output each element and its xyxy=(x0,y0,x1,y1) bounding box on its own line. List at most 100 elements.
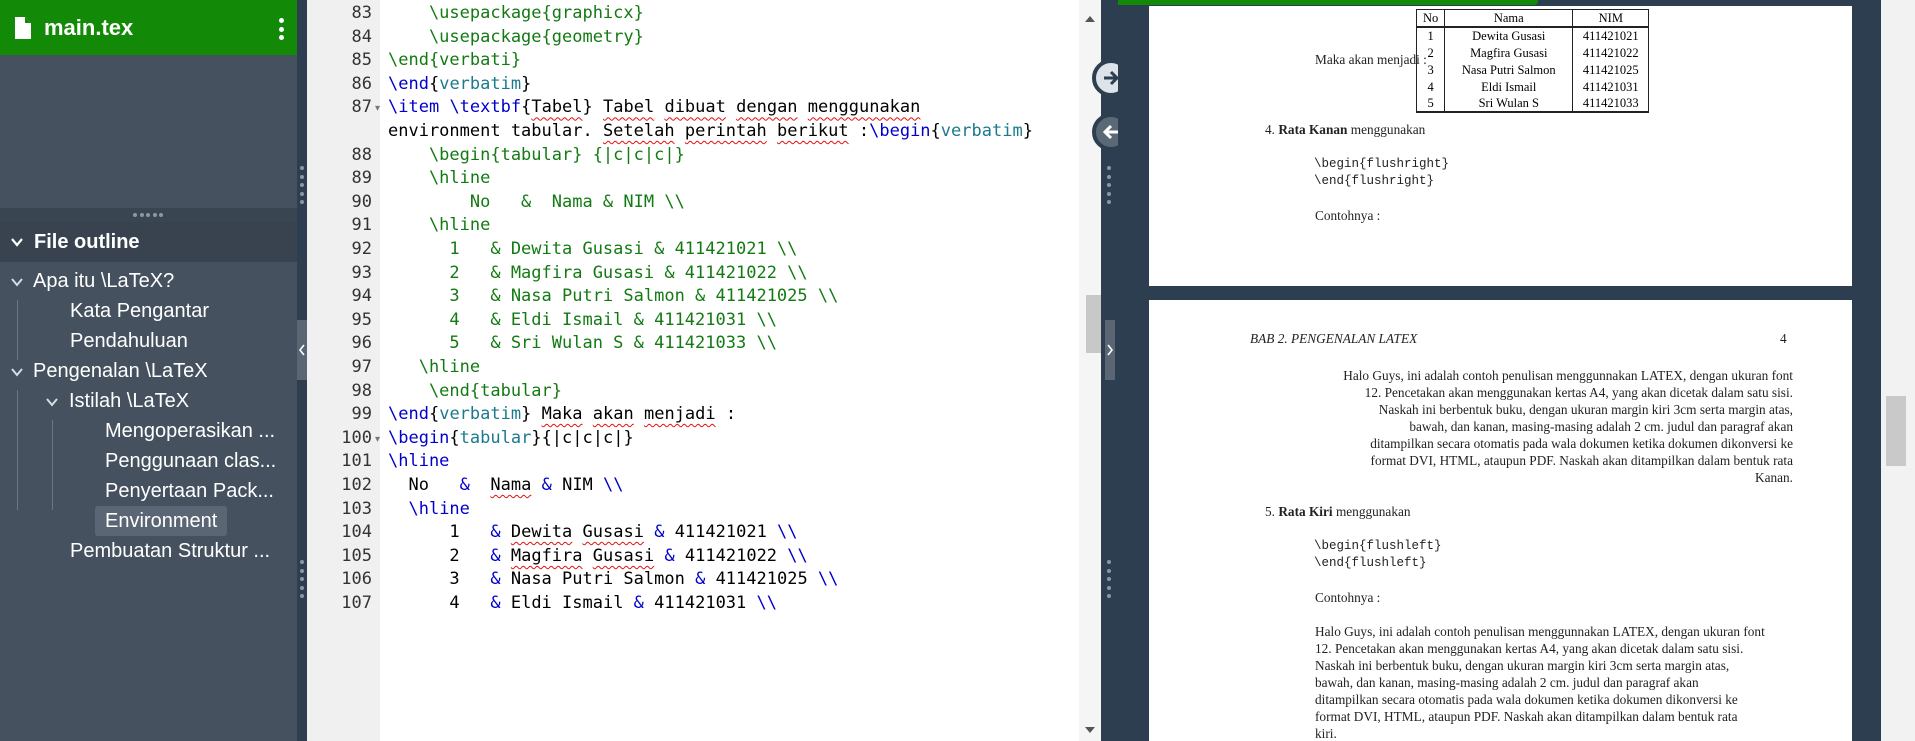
editor-scrollbar[interactable] xyxy=(1079,0,1101,741)
code-token: \textbf xyxy=(449,97,522,118)
outline-header[interactable]: File outline xyxy=(0,222,297,262)
file-name: main.tex xyxy=(44,14,134,40)
code-token: \\ xyxy=(787,545,808,566)
code-token: Nasa Putri Salmon xyxy=(500,569,696,590)
code-token: \hline xyxy=(388,451,450,472)
sidebar-editor-divider[interactable] xyxy=(297,0,307,741)
pdf-table-cell: 3 xyxy=(1415,61,1446,78)
code-token: 3 xyxy=(388,569,491,590)
code-line[interactable]: \usepackage{geometry} xyxy=(388,27,644,47)
code-editor[interactable]: 83 84 85 86 87 ▾ 88 89 90 91 92 93 94 95 96 97 98 99 100 ▾ 1… xyxy=(307,0,1101,741)
pdf-text-line: Halo Guys, ini adalah contoh penulisan m… xyxy=(1315,624,1765,639)
code-line[interactable]: \hline xyxy=(388,168,490,188)
pdf-table-cell: Nama xyxy=(1444,9,1574,28)
code-token: berikut xyxy=(776,121,849,141)
code-line[interactable]: \hline xyxy=(388,451,449,471)
code-line[interactable]: \hline xyxy=(388,357,480,377)
code-line[interactable]: 2 & Magfira Gusasi & 411421022 \\ xyxy=(388,263,807,283)
line-number: 93 xyxy=(351,262,372,283)
chevron-left-icon xyxy=(298,344,305,356)
code-line[interactable]: 1 & Dewita Gusasi & 411421021 \\ xyxy=(388,522,797,543)
pdf-table-cell: 1 xyxy=(1415,27,1446,44)
code-token: dengan xyxy=(736,97,798,118)
chevron-down-icon[interactable] xyxy=(45,395,59,409)
code-line[interactable]: 3 & Nasa Putri Salmon & 411421025 \\ xyxy=(388,286,838,306)
code-token: NIM xyxy=(551,475,604,495)
code-line[interactable]: \usepackage{graphicx} xyxy=(388,3,644,23)
outline-item[interactable]: Penggunaan clas... xyxy=(105,446,285,476)
collapse-sidebar-button[interactable] xyxy=(297,320,307,380)
outline-item[interactable]: Pengenalan \LaTeX xyxy=(33,356,208,386)
pdf-text: Contohnya : xyxy=(1315,590,1381,605)
line-number: 106 xyxy=(341,569,372,590)
line-number: 92 xyxy=(351,239,372,259)
line-number: 89 xyxy=(351,168,372,189)
code-token: \end xyxy=(388,404,429,425)
code-token: } xyxy=(582,97,604,118)
code-area[interactable]: \usepackage{graphicx} \usepackage{geomet… xyxy=(388,0,1078,741)
outline-item[interactable]: Pembuatan Struktur ... xyxy=(70,536,290,566)
pdf-scrollbar-thumb[interactable] xyxy=(1886,396,1906,466)
code-token: { xyxy=(428,404,440,425)
code-line[interactable]: \end{verbati} xyxy=(388,50,521,70)
code-token: & xyxy=(664,545,675,566)
pdf-text-line: Naskah ini berbentuk buku, dengan ukuran… xyxy=(1378,402,1793,417)
pdf-code: \begin{flushright} xyxy=(1314,157,1450,171)
pdf-viewer[interactable]: Maka akan menjadi : No Nama NIM 1 Dewita… xyxy=(1118,0,1915,741)
code-line[interactable]: 3 & Nasa Putri Salmon & 411421025 \\ xyxy=(388,569,838,589)
outline-item[interactable]: Penyertaan Pack... xyxy=(105,476,285,506)
outline-resize-handle[interactable] xyxy=(0,208,297,222)
code-line[interactable]: 5 & Sri Wulan S & 411421033 \\ xyxy=(388,333,777,353)
code-line[interactable]: \begin{tabular}{|c|c|c|} xyxy=(388,428,634,448)
sidebar: main.tex File outline Apa itu \LaTeX? Ka… xyxy=(0,0,297,741)
editor-pdf-divider[interactable] xyxy=(1101,0,1118,741)
code-line[interactable]: 1 & Dewita Gusasi & 411421021 \\ xyxy=(388,239,797,259)
line-number: 94 xyxy=(351,286,372,307)
code-line[interactable]: environment tabular. Setelah perintah be… xyxy=(388,121,1033,141)
code-line[interactable]: \hline xyxy=(388,499,469,519)
code-line[interactable]: \end{verbatim} xyxy=(388,74,531,94)
code-token: }{|c|c|c|} xyxy=(531,427,634,448)
code-token: \begin xyxy=(388,427,450,448)
outline-item-active[interactable]: Environment xyxy=(95,506,228,536)
fold-arrow-icon[interactable]: ▾ xyxy=(375,103,380,114)
outline-item[interactable]: Istilah \LaTeX xyxy=(69,386,189,416)
code-line[interactable]: No & Nama & NIM \\ xyxy=(388,475,623,495)
code-token: 3 & Nasa Putri Salmon & 411421025 \\ xyxy=(388,286,839,307)
code-token: : xyxy=(715,404,737,425)
code-line[interactable]: 4 & Eldi Ismail & 411421031 \\ xyxy=(388,593,777,613)
code-token: Maka xyxy=(541,404,583,425)
file-menu-icon[interactable] xyxy=(279,18,285,40)
code-line[interactable]: \item \textbf{Tabel} Tabel dibuat dengan… xyxy=(388,97,920,117)
pdf-text-line: ditampilkan secara otomatis pada wala do… xyxy=(1370,436,1793,451)
pdf-scrollbar[interactable] xyxy=(1881,0,1915,741)
code-line[interactable]: \end{tabular} xyxy=(388,381,562,401)
outline-item[interactable]: Kata Pengantar xyxy=(70,296,209,326)
code-line[interactable]: \hline xyxy=(388,215,490,235)
file-header[interactable]: main.tex xyxy=(0,0,297,55)
code-line[interactable]: 2 & Magfira Gusasi & 411421022 \\ xyxy=(388,545,808,566)
code-line[interactable]: No & Nama & NIM \\ xyxy=(388,192,685,212)
outline-item[interactable]: Pendahuluan xyxy=(70,326,188,356)
pdf-code: \begin{flushleft} xyxy=(1314,539,1442,553)
line-number: 105 xyxy=(341,545,372,566)
fold-arrow-icon[interactable]: ▾ xyxy=(375,434,380,445)
editor-scrollbar-thumb[interactable] xyxy=(1086,295,1101,353)
code-line[interactable]: 4 & Eldi Ismail & 411421031 \\ xyxy=(388,310,777,330)
code-token: Eldi Ismail xyxy=(500,593,634,613)
chevron-down-icon[interactable] xyxy=(10,365,24,379)
code-line[interactable]: \end{verbatim} Maka akan menjadi : xyxy=(388,404,736,424)
code-line[interactable]: \begin{tabular} {|c|c|c|} xyxy=(388,145,685,165)
outline-item[interactable]: Mengoperasikan ... xyxy=(105,416,285,446)
code-token: Tabel xyxy=(603,97,655,118)
line-number: 104 xyxy=(341,522,372,543)
code-token: & xyxy=(654,522,665,543)
collapse-pdf-button[interactable] xyxy=(1105,320,1115,380)
line-number: 87 xyxy=(351,97,372,118)
file-tree-area xyxy=(0,55,297,208)
outline-item[interactable]: Apa itu \LaTeX? xyxy=(33,266,174,296)
chevron-down-icon[interactable] xyxy=(10,275,24,289)
